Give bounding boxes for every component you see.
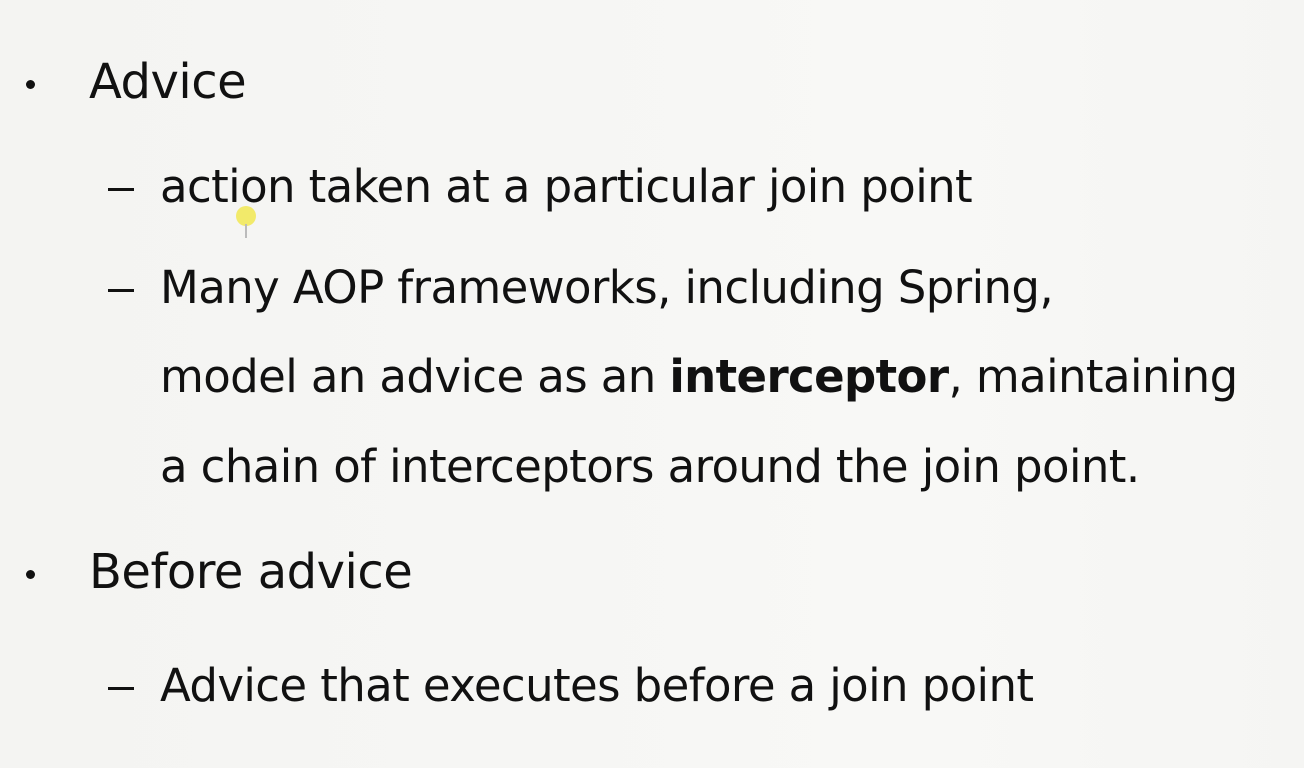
- line2-pre: model an advice as an: [160, 350, 670, 403]
- dash-icon: [108, 188, 134, 191]
- subitem-text: action taken at a particular join point: [160, 160, 973, 213]
- subitem-text: Advice that executes before a join point: [160, 659, 1034, 712]
- subitem-text-line1: Many AOP frameworks, including Spring,: [160, 261, 1054, 314]
- subitem-text-line3: a chain of interceptors around the join …: [160, 440, 1140, 493]
- interceptor-bold: interceptor: [669, 350, 949, 403]
- pointer-highlight-icon: [236, 206, 256, 226]
- text-cursor-icon: [245, 224, 247, 238]
- bullet-dot-icon: [26, 80, 35, 89]
- bullet-label: Advice: [89, 54, 247, 110]
- bullet-dot-icon: [26, 570, 35, 579]
- line2-post: , maintaining: [948, 350, 1238, 403]
- subitem-text-line2: model an advice as an interceptor, maint…: [160, 354, 1238, 399]
- slide: Advice action taken at a particular join…: [0, 0, 1304, 768]
- dash-icon: [108, 289, 134, 292]
- dash-icon: [108, 687, 134, 690]
- bullet-label: Before advice: [89, 544, 413, 600]
